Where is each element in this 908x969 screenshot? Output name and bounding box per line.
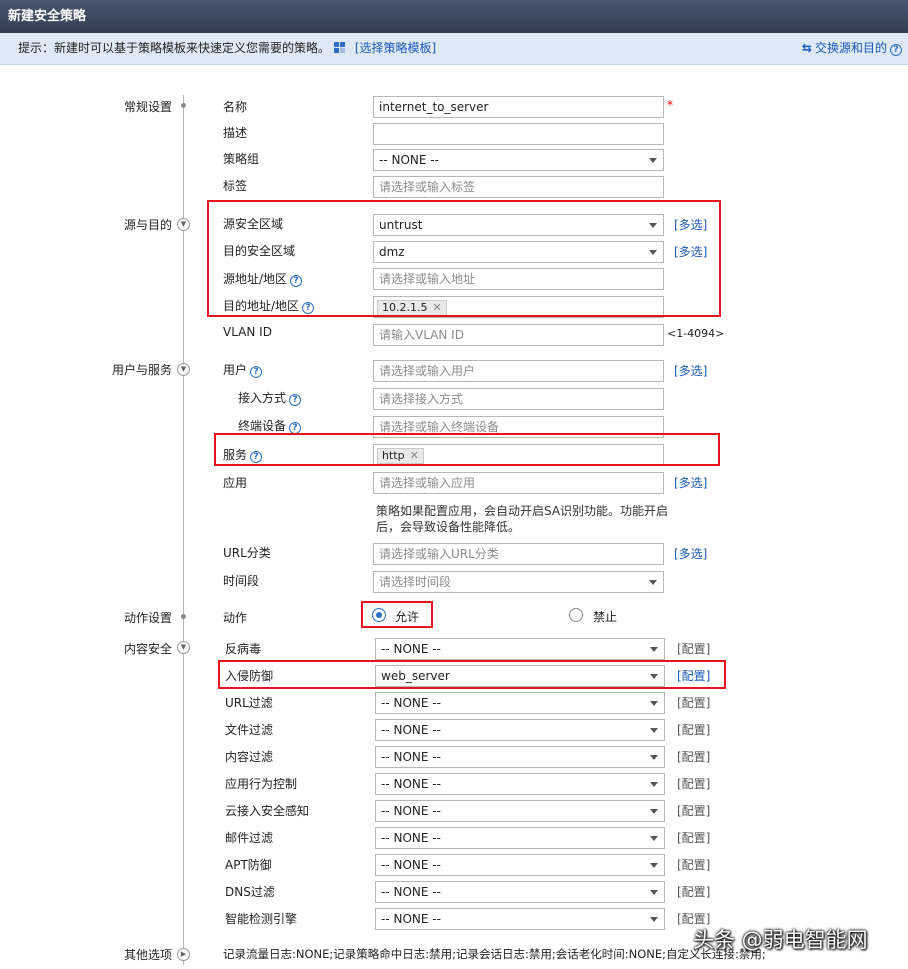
- hint-text: 提示：新建时可以基于策略模板来快速定义您需要的策略。: [18, 41, 331, 55]
- tag-label: 标签: [223, 179, 248, 193]
- content-security-label: URL过滤: [225, 696, 273, 710]
- collapse-icon[interactable]: ▼: [177, 363, 190, 376]
- content-security-select[interactable]: -- NONE --: [375, 773, 665, 795]
- url-category-input[interactable]: 请选择或输入URL分类: [373, 543, 664, 565]
- watermark: 头条 @弱电智能网: [693, 928, 868, 952]
- section-src-dst: 源与目的: [123, 218, 172, 232]
- application-input[interactable]: 请选择或输入应用: [373, 472, 664, 494]
- content-security-select[interactable]: -- NONE --: [375, 746, 665, 768]
- swap-src-dst-link[interactable]: ⇆ 交换源和目的?: [802, 33, 902, 63]
- tag-input[interactable]: 请选择或输入标签: [373, 176, 664, 198]
- description-label: 描述: [223, 126, 248, 140]
- section-content-security: 内容安全: [123, 642, 172, 656]
- section-general: 常规设置: [123, 100, 172, 114]
- section-user-service: 用户与服务: [111, 363, 172, 377]
- content-security-config-link[interactable]: [配置]: [677, 640, 710, 657]
- section-other: 其他选项: [123, 948, 172, 962]
- vlan-label: VLAN ID: [223, 325, 272, 339]
- content-security-config-link[interactable]: [配置]: [677, 748, 710, 765]
- help-icon[interactable]: ?: [250, 366, 263, 378]
- deny-label[interactable]: 禁止: [593, 608, 617, 625]
- swap-icon: ⇆: [801, 41, 812, 55]
- policy-group-label: 策略组: [223, 152, 260, 166]
- time-range-select[interactable]: 请选择时间段: [373, 571, 664, 593]
- content-security-select[interactable]: -- NONE --: [375, 638, 665, 660]
- other-options-summary: 记录流量日志:NONE;记录策略命中日志:禁用;记录会话日志:禁用;会话老化时间…: [223, 947, 766, 961]
- template-icon: [333, 42, 345, 53]
- terminal-device-label: 终端设备?: [238, 417, 302, 434]
- content-security-config-link[interactable]: [配置]: [677, 694, 710, 711]
- highlight-ips: [218, 660, 726, 689]
- content-security-label: 内容过滤: [225, 750, 274, 764]
- expand-icon[interactable]: ▶: [177, 948, 190, 961]
- application-note-line2: 后，会导致设备性能降低。: [376, 520, 521, 534]
- name-label: 名称: [223, 100, 248, 114]
- content-security-config-link[interactable]: [配置]: [677, 883, 710, 900]
- hint-bar: 提示：新建时可以基于策略模板来快速定义您需要的策略。 [选择策略模板] ⇆ 交换源…: [0, 33, 908, 65]
- section-dot: [181, 614, 186, 619]
- content-security-select[interactable]: -- NONE --: [375, 908, 665, 930]
- url-category-multi-link[interactable]: [多选]: [674, 545, 707, 562]
- content-security-select[interactable]: -- NONE --: [375, 800, 665, 822]
- action-label: 动作: [223, 611, 248, 625]
- application-label: 应用: [223, 476, 248, 490]
- help-icon[interactable]: ?: [890, 44, 902, 56]
- highlight-src-dst: [207, 200, 721, 317]
- vlan-input[interactable]: 请输入VLAN ID: [373, 324, 664, 346]
- content-security-select[interactable]: -- NONE --: [375, 881, 665, 903]
- policy-group-select[interactable]: -- NONE --: [373, 149, 664, 171]
- application-multi-link[interactable]: [多选]: [674, 474, 707, 491]
- dialog-title: 新建安全策略: [0, 0, 908, 33]
- help-icon[interactable]: ?: [289, 394, 302, 406]
- description-input[interactable]: [373, 123, 664, 145]
- user-label: 用户?: [223, 361, 263, 378]
- content-security-label: DNS过滤: [225, 885, 275, 899]
- time-range-label: 时间段: [223, 574, 260, 588]
- section-dot: [181, 103, 186, 108]
- content-security-config-link[interactable]: [配置]: [677, 721, 710, 738]
- content-security-config-link[interactable]: [配置]: [677, 775, 710, 792]
- content-security-label: APT防御: [225, 858, 272, 872]
- content-security-select[interactable]: -- NONE --: [375, 692, 665, 714]
- content-security-label: 云接入安全感知: [225, 804, 310, 818]
- content-security-config-link[interactable]: [配置]: [677, 802, 710, 819]
- highlight-service: [214, 433, 720, 466]
- content-security-select[interactable]: -- NONE --: [375, 854, 665, 876]
- content-security-label: 邮件过滤: [225, 831, 274, 845]
- user-input[interactable]: 请选择或输入用户: [373, 360, 664, 382]
- deny-radio[interactable]: [569, 608, 583, 622]
- content-security-label: 应用行为控制: [225, 777, 298, 791]
- content-security-label: 智能检测引擎: [225, 912, 298, 926]
- content-security-config-link[interactable]: [配置]: [677, 856, 710, 873]
- collapse-icon[interactable]: ▼: [177, 641, 190, 654]
- content-security-select[interactable]: -- NONE --: [375, 719, 665, 741]
- highlight-permit: [361, 601, 433, 628]
- user-multi-link[interactable]: [多选]: [674, 362, 707, 379]
- select-template-link[interactable]: [选择策略模板]: [355, 41, 436, 55]
- access-mode-label: 接入方式?: [238, 389, 302, 406]
- collapse-icon[interactable]: ▼: [177, 218, 190, 231]
- vlan-range-hint: <1-4094>: [667, 327, 725, 340]
- application-note-line1: 策略如果配置应用，会自动开启SA识别功能。功能开启: [376, 504, 669, 518]
- content-security-label: 文件过滤: [225, 723, 274, 737]
- access-mode-input[interactable]: 请选择接入方式: [373, 388, 664, 410]
- content-security-config-link[interactable]: [配置]: [677, 829, 710, 846]
- required-mark: *: [667, 98, 673, 112]
- section-action: 动作设置: [123, 611, 172, 625]
- content-security-label: 反病毒: [225, 642, 262, 656]
- content-security-select[interactable]: -- NONE --: [375, 827, 665, 849]
- url-category-label: URL分类: [223, 546, 271, 560]
- name-input[interactable]: internet_to_server: [373, 96, 664, 118]
